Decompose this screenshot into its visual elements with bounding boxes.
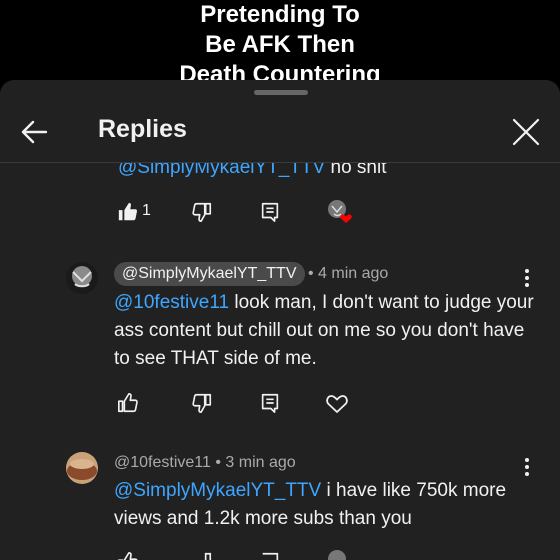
avatar[interactable] [66, 452, 98, 484]
reply-icon [262, 552, 279, 560]
mention-link[interactable]: @SimplyMykaelYT_TTV [118, 163, 325, 178]
like-count: 1 [142, 202, 151, 219]
reply-button[interactable] [256, 548, 284, 560]
creator-heart [326, 548, 354, 560]
reply-icon [261, 393, 279, 413]
dislike-button[interactable] [188, 389, 216, 417]
avatar-image [66, 262, 98, 294]
reply-text: @SimplyMykaelYT_TTV no shit [118, 163, 386, 182]
heart-icon [326, 395, 348, 413]
author-badge[interactable]: @SimplyMykaelYT_TTV [114, 262, 305, 286]
timestamp: • 3 min ago [215, 454, 296, 471]
author-handle: @10festive11 [114, 454, 211, 471]
dislike-button[interactable] [188, 198, 216, 226]
close-button[interactable] [508, 114, 544, 150]
more-vert-icon [525, 458, 529, 462]
more-options-button[interactable] [517, 264, 537, 292]
creator-heart-icon [328, 200, 352, 223]
back-arrow-icon [21, 120, 48, 144]
replies-sheet: Replies @SimplyMykaelYT_TTV no shit 1 @S… [0, 80, 560, 560]
replies-list: @SimplyMykaelYT_TTV no shit 1 @SimplyMyk… [0, 163, 560, 560]
creator-heart [326, 198, 354, 226]
author-name[interactable]: @10festive11 • 3 min ago [114, 453, 296, 473]
mention-link[interactable]: @SimplyMykaelYT_TTV [114, 480, 321, 501]
avatar[interactable] [66, 262, 98, 294]
thumbs-down-icon [192, 393, 212, 413]
mention-link[interactable]: @10festive11 [114, 292, 229, 313]
reply-text: @SimplyMykaelYT_TTV i have like 750k mor… [114, 477, 544, 533]
thumbs-up-icon [118, 552, 138, 560]
like-button[interactable] [114, 198, 142, 226]
heart-button[interactable] [323, 389, 351, 417]
thumbs-down-icon [204, 552, 212, 560]
drag-handle[interactable] [254, 90, 308, 95]
thumbs-up-icon [118, 202, 138, 221]
creator-heart-icon [328, 550, 346, 560]
reply-text: @10festive11 look man, I don't want to j… [114, 289, 544, 373]
close-icon [512, 118, 540, 146]
reply-button[interactable] [256, 198, 284, 226]
video-caption-line: Be AFK Then [205, 31, 355, 58]
sheet-header: Replies [0, 102, 560, 163]
reply-actions [114, 548, 374, 560]
reply-button[interactable] [256, 389, 284, 417]
sheet-title: Replies [98, 115, 187, 143]
thumbs-up-icon [118, 393, 138, 413]
reply-body: no shit [330, 163, 387, 178]
reply-icon [261, 202, 279, 222]
video-caption: Pretending To Be AFK Then Death Counteri… [0, 0, 560, 90]
back-button[interactable] [16, 114, 52, 150]
avatar-image [66, 452, 98, 484]
more-vert-icon [525, 269, 529, 273]
dislike-button[interactable] [188, 548, 216, 560]
video-caption-line: Pretending To [200, 1, 360, 28]
reply-actions: 1 [114, 198, 374, 226]
like-button[interactable] [114, 389, 142, 417]
like-button[interactable] [114, 548, 142, 560]
timestamp: • 4 min ago [308, 265, 389, 282]
thumbs-down-icon [192, 202, 212, 222]
reply-actions [114, 389, 374, 417]
